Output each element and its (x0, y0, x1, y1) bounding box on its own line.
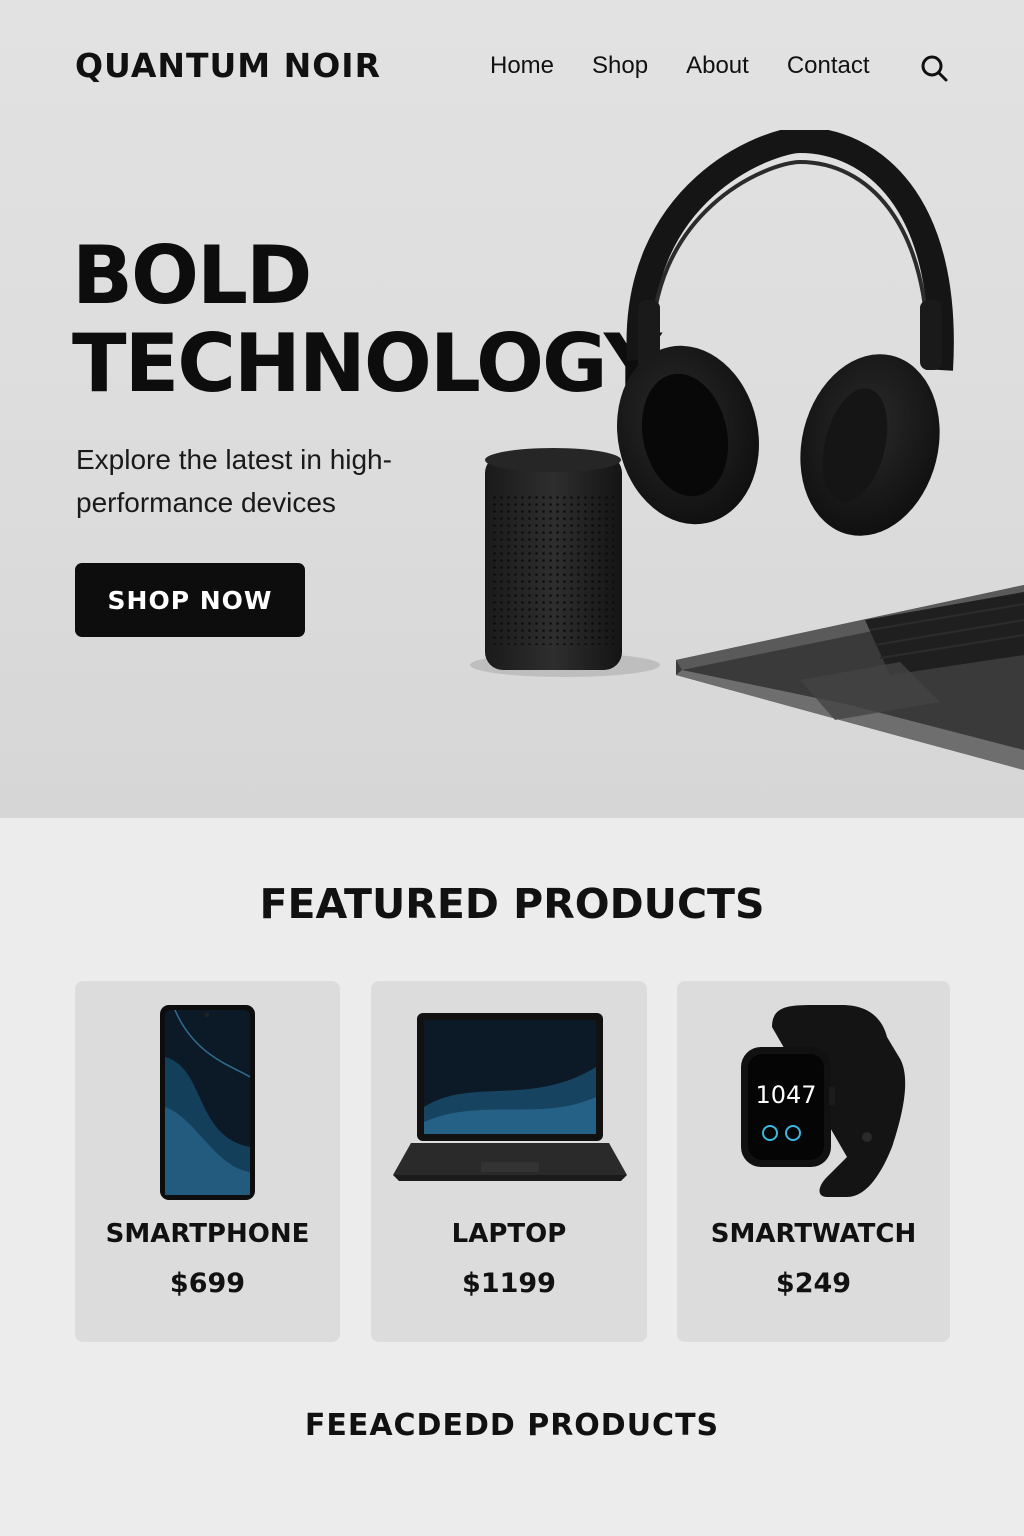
main-nav: Home Shop About Contact (490, 52, 908, 80)
shop-now-button[interactable]: SHOP NOW (75, 563, 305, 637)
smartphone-image (160, 1005, 255, 1200)
product-card-laptop[interactable]: LAPTOP $1199 (371, 981, 647, 1342)
laptop-icon (676, 585, 1024, 770)
hero-section: QUANTUM NOIR Home Shop About Contact BOL… (0, 0, 1024, 818)
hero-subtitle: Explore the latest in high-performance d… (76, 444, 392, 518)
featured-products-heading: FEATURED PRODUCTS (259, 880, 765, 928)
nav-link-contact[interactable]: Contact (787, 52, 870, 80)
search-icon[interactable] (918, 52, 950, 84)
brand-logo[interactable]: QUANTUM NOIR (75, 46, 381, 85)
product-name: SMARTPHONE (105, 1219, 310, 1249)
product-card-smartphone[interactable]: SMARTPHONE $699 (75, 981, 340, 1342)
nav-link-about[interactable]: About (686, 52, 749, 80)
product-name: LAPTOP (451, 1219, 567, 1249)
nav-link-shop[interactable]: Shop (592, 52, 648, 80)
hero-product-image (470, 130, 1024, 770)
product-card-smartwatch[interactable]: 1047 SMARTWATCH $249 (677, 981, 950, 1342)
speaker-icon (485, 448, 622, 670)
watch-time: 1047 (755, 1081, 816, 1109)
product-price: $1199 (462, 1268, 556, 1299)
headphones-icon (617, 130, 954, 536)
laptop-image (393, 1013, 627, 1181)
product-price: $699 (169, 1268, 246, 1299)
nav-link-home[interactable]: Home (490, 52, 554, 80)
smartwatch-image: 1047 (741, 1005, 906, 1197)
product-price: $249 (775, 1268, 852, 1299)
footer-products-heading: FEEACDEDD PRODUCTS (304, 1408, 720, 1443)
product-name: SMARTWATCH (710, 1219, 917, 1249)
